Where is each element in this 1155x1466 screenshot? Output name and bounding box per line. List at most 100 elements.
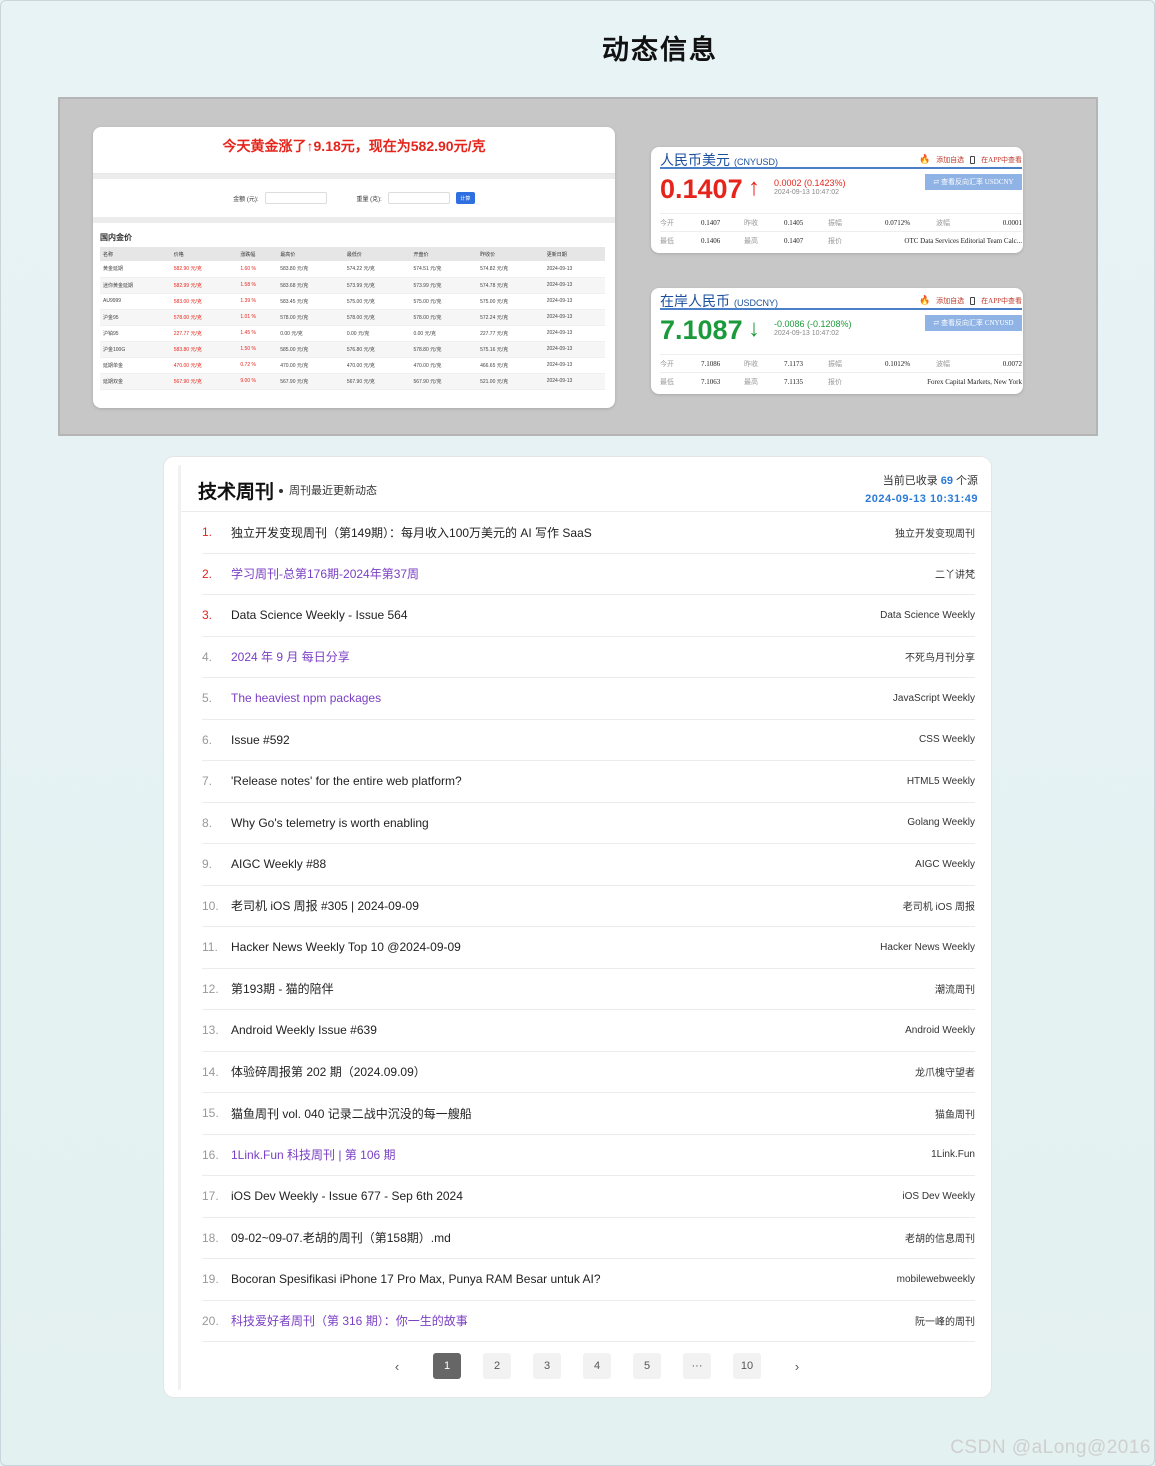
calc-button[interactable]: 计算 [455, 192, 475, 204]
item-title-link[interactable]: 第193期 - 猫的陪伴 [231, 980, 935, 997]
page-button[interactable]: 3 [533, 1353, 561, 1379]
add-watchlist-link[interactable]: 添加自选 [936, 155, 964, 165]
item-source[interactable]: 不死鸟月刊分享 [905, 649, 975, 664]
gold-cell: 574.82 元/克 [477, 261, 544, 278]
item-title-link[interactable]: Why Go's telemetry is worth enabling [231, 816, 907, 830]
gold-cell: 0.00 元/克 [343, 325, 411, 342]
amount-input[interactable] [264, 192, 327, 204]
page-button[interactable]: 5 [633, 1353, 661, 1379]
item-source[interactable]: 独立开发变现周刊 [895, 525, 975, 540]
weekly-list-item: 18. 09-02~09-07.老胡的周刊（第158期）.md 老胡的信息周刊 [202, 1218, 975, 1259]
arrow-up-icon: ↑ [748, 175, 760, 201]
item-source[interactable]: 老司机 iOS 周报 [903, 898, 975, 913]
item-source[interactable]: 猫鱼周刊 [935, 1106, 975, 1121]
item-index: 12. [202, 981, 219, 996]
item-source[interactable]: HTML5 Weekly [907, 776, 975, 787]
item-title-link[interactable]: 'Release notes' for the entire web platf… [231, 774, 907, 788]
item-index: 16. [202, 1147, 219, 1162]
fx-stats-row: 最低 7.1063 最高 7.1135 报价 Forex Capital Markets,… [660, 372, 1022, 390]
item-title-link[interactable]: Android Weekly Issue #639 [231, 1023, 905, 1037]
item-index: 15. [202, 1106, 219, 1121]
reverse-rate-button[interactable]: ⇄ 查看反向汇率 CNYUSD [925, 315, 1022, 331]
item-title-link[interactable]: AIGC Weekly #88 [231, 857, 915, 871]
item-source[interactable]: 二丫讲梵 [935, 566, 975, 581]
item-source[interactable]: Golang Weekly [907, 817, 975, 828]
fx-stat-label: 今开 [660, 218, 674, 227]
item-title-link[interactable]: 猫鱼周刊 vol. 040 记录二战中沉没的每一艘船 [231, 1105, 935, 1122]
item-title-link[interactable]: 1Link.Fun 科技周刊 | 第 106 期 [231, 1146, 931, 1163]
fx-code: (USDCNY) [734, 298, 778, 308]
gold-price-card: 今天黄金涨了↑9.18元，现在为582.90元/克 金额 (元): 重量 (克)… [93, 127, 615, 408]
item-title-link[interactable]: 2024 年 9 月 每日分享 [231, 648, 905, 665]
item-source[interactable]: 1Link.Fun [931, 1149, 975, 1160]
item-source[interactable]: JavaScript Weekly [893, 693, 975, 704]
weekly-card: 技术周刊 周刊最近更新动态 当前已收录 69 个源 2024-09-13 10:31… [164, 457, 991, 1397]
gold-cell: 574.51 元/克 [410, 261, 478, 278]
page-button[interactable]: 4 [583, 1353, 611, 1379]
gold-column-header: 名称 [100, 247, 171, 261]
item-index: 2. [202, 566, 213, 581]
fx-title-row: 人民币美元 (CNYUSD) 🔥 添加自选 在APP中查看 [660, 150, 1022, 169]
item-source[interactable]: 阮一峰的周刊 [915, 1313, 975, 1328]
amount-label: 金额 (元): [233, 196, 259, 203]
item-source[interactable]: mobilewebweekly [897, 1274, 975, 1285]
item-title-link[interactable]: 09-02~09-07.老胡的周刊（第158期）.md [231, 1229, 905, 1246]
item-source[interactable]: Android Weekly [905, 1025, 975, 1036]
item-title-link[interactable]: Data Science Weekly - Issue 564 [231, 608, 880, 622]
gold-cell: 567.90 元/克 [410, 373, 478, 390]
add-watchlist-link[interactable]: 添加自选 [936, 296, 964, 306]
gold-cell: 567.90 元/克 [170, 373, 238, 390]
open-in-app-link[interactable]: 在APP中查看 [981, 155, 1022, 165]
item-source[interactable]: Hacker News Weekly [880, 942, 975, 953]
item-title-link[interactable]: 体验碎周报第 202 期（2024.09.09） [231, 1063, 915, 1080]
item-title-link[interactable]: 老司机 iOS 周报 #305 | 2024-09-09 [231, 897, 903, 914]
gold-cell: 迷你黄金延期 [100, 277, 171, 294]
item-source[interactable]: 潮流周刊 [935, 981, 975, 996]
fx-stat-label: 振幅 [828, 359, 842, 368]
gold-cell: 573.99 元/克 [410, 277, 478, 294]
item-source[interactable]: CSS Weekly [919, 734, 975, 745]
page-button[interactable]: 10 [733, 1353, 761, 1379]
item-title-link[interactable]: Issue #592 [231, 733, 919, 747]
fx-stat-label: 昨收 [744, 218, 758, 227]
gold-table-row: 黄金延期 582.90 元/克 1.60 % 583.80 元/克 574.22 元/克… [100, 261, 605, 278]
gold-cell: 2024-09-13 [543, 373, 605, 390]
gold-cell: 1.60 % [237, 261, 278, 278]
gold-cell: 578.00 元/克 [410, 309, 478, 326]
fx-stat-value: 0.1407 [701, 218, 721, 227]
item-source[interactable]: 老胡的信息周刊 [905, 1230, 975, 1245]
page-button[interactable]: ··· [683, 1353, 711, 1379]
arrow-down-icon: ↓ [748, 316, 760, 342]
item-source[interactable]: 龙爪槐守望者 [915, 1064, 975, 1079]
fx-stats: 今开 0.1407 昨收 0.1405 振幅 0.0712% 波幅 0.0001 最低 0.140… [660, 213, 1022, 249]
fx-stat-label: 最低 [660, 377, 674, 386]
item-title-link[interactable]: Bocoran Spesifikasi iPhone 17 Pro Max, P… [231, 1272, 897, 1286]
gold-cell: 575.00 元/克 [410, 293, 478, 310]
flame-icon: 🔥 [918, 154, 931, 164]
weekly-list-item: 12. 第193期 - 猫的陪伴 潮流周刊 [202, 969, 975, 1010]
item-title-link[interactable]: Hacker News Weekly Top 10 @2024-09-09 [231, 940, 880, 954]
gold-cell: 578.00 元/克 [277, 309, 344, 326]
open-in-app-link[interactable]: 在APP中查看 [981, 296, 1022, 306]
gold-cell: 578.80 元/克 [410, 341, 478, 358]
page-button[interactable]: 1 [433, 1353, 461, 1379]
item-source[interactable]: Data Science Weekly [880, 610, 975, 621]
fx-stat-label: 报价 [828, 236, 842, 245]
item-title-link[interactable]: 学习周刊-总第176期-2024年第37周 [231, 565, 935, 582]
item-index: 7. [202, 774, 213, 789]
reverse-rate-button[interactable]: ⇄ 查看反向汇率 USDCNY [925, 174, 1022, 190]
weekly-list-item: 14. 体验碎周报第 202 期（2024.09.09） 龙爪槐守望者 [202, 1052, 975, 1093]
item-source[interactable]: AIGC Weekly [915, 859, 975, 870]
prev-page-button[interactable]: ‹ [383, 1353, 411, 1379]
item-title-link[interactable]: The heaviest npm packages [231, 691, 893, 705]
item-title-link[interactable]: 独立开发变现周刊（第149期）：每月收入100万美元的 AI 写作 SaaS [231, 524, 895, 541]
item-title-link[interactable]: 科技爱好者周刊（第 316 期）：你一生的故事 [231, 1312, 915, 1329]
weight-input[interactable] [387, 192, 450, 204]
item-title-link[interactable]: iOS Dev Weekly - Issue 677 - Sep 6th 202… [231, 1189, 902, 1203]
fx-stat-label: 最高 [744, 236, 758, 245]
item-source[interactable]: iOS Dev Weekly [902, 1191, 975, 1202]
page-button[interactable]: 2 [483, 1353, 511, 1379]
next-page-button[interactable]: › [783, 1353, 811, 1379]
fx-title-row: 在岸人民币 (USDCNY) 🔥 添加自选 在APP中查看 [660, 291, 1022, 310]
fx-stat-label: 今开 [660, 359, 674, 368]
